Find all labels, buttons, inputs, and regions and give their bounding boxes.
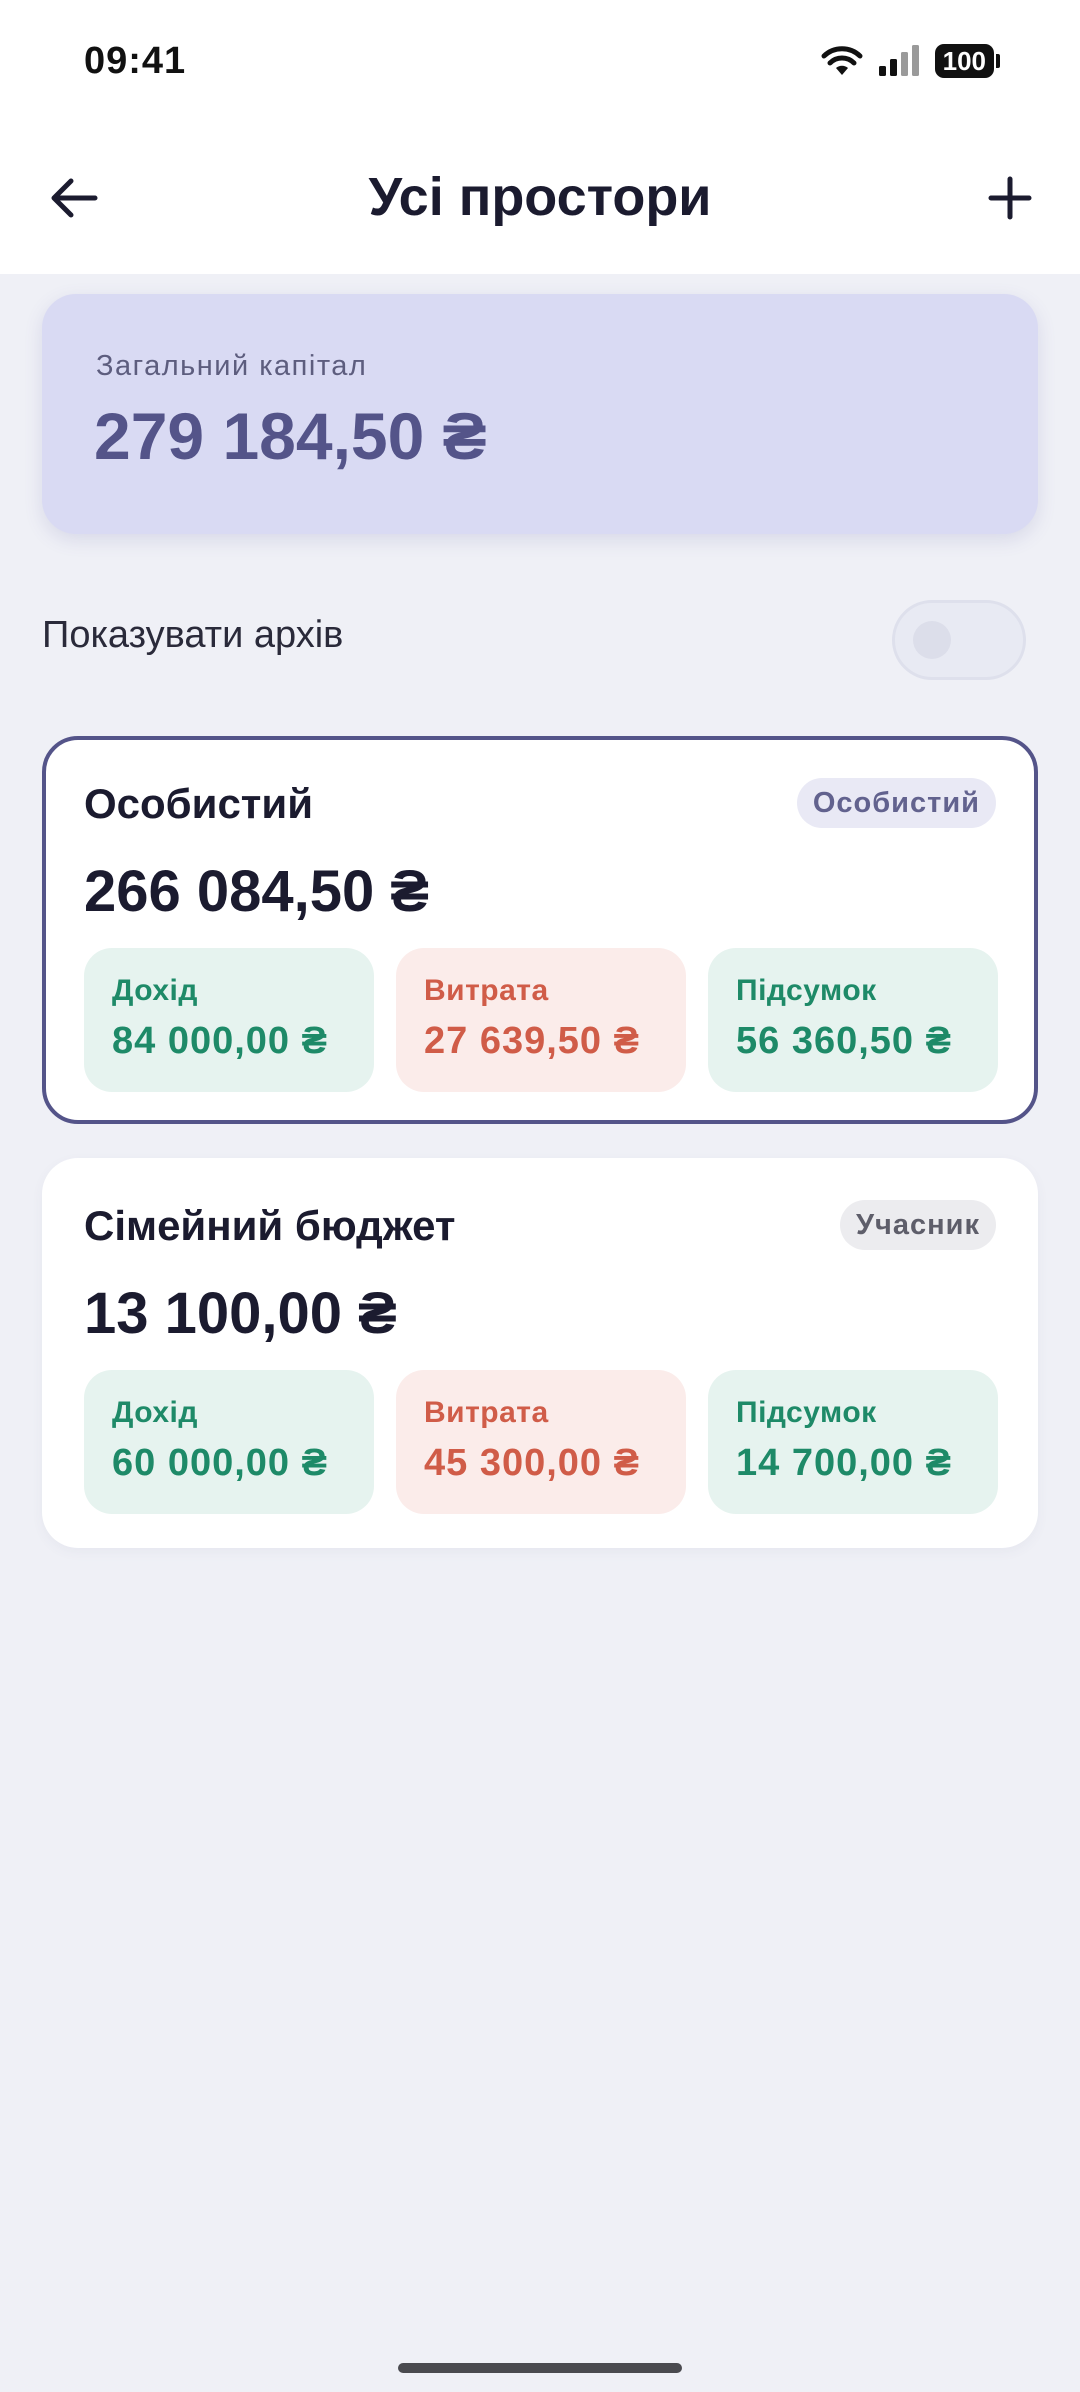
space-stats: Дохід 60 000,00 ₴ Витрата 45 300,00 ₴ Пі… [84, 1370, 998, 1514]
role-badge: Особистий [796, 778, 996, 828]
income-value: 60 000,00 ₴ [112, 1442, 328, 1484]
expense-label: Витрата [424, 974, 549, 1007]
expense-value: 45 300,00 ₴ [424, 1442, 640, 1484]
summary-label: Підсумок [736, 974, 877, 1007]
space-card-family-budget[interactable]: Сімейний бюджет Учасник 13 100,00 ₴ Дохі… [42, 1158, 1038, 1548]
signal-icon [878, 45, 919, 76]
space-name: Особистий [84, 780, 314, 827]
total-capital-card: Загальний капітал 279 184,50 ₴ [42, 294, 1038, 534]
show-archive-label: Показувати архів [42, 614, 344, 656]
status-time: 09:41 [84, 40, 187, 82]
income-stat: Дохід 84 000,00 ₴ [84, 948, 374, 1092]
expense-stat: Витрата 27 639,50 ₴ [396, 948, 686, 1092]
screen: 09:41 100 Усі простори Загальний капітал… [0, 0, 1080, 2392]
top-bar: 09:41 100 Усі простори [0, 0, 1080, 274]
status-icons: 100 [821, 44, 1000, 78]
wifi-icon [821, 46, 863, 75]
add-space-button[interactable] [980, 168, 1040, 228]
role-badge: Учасник [840, 1200, 996, 1250]
page-title: Усі простори [368, 167, 712, 227]
expense-label: Витрата [424, 1396, 549, 1429]
show-archive-toggle[interactable] [892, 600, 1026, 680]
total-capital-label: Загальний капітал [96, 350, 368, 382]
toggle-knob [913, 621, 951, 659]
space-card-personal[interactable]: Особистий Особистий 266 084,50 ₴ Дохід 8… [42, 736, 1038, 1124]
space-name: Сімейний бюджет [84, 1202, 456, 1249]
summary-stat: Підсумок 56 360,50 ₴ [708, 948, 998, 1092]
income-stat: Дохід 60 000,00 ₴ [84, 1370, 374, 1514]
battery-icon: 100 [934, 44, 1000, 78]
plus-icon [988, 176, 1032, 220]
income-value: 84 000,00 ₴ [112, 1020, 328, 1062]
summary-value: 56 360,50 ₴ [736, 1020, 952, 1062]
battery-level: 100 [934, 44, 994, 78]
space-stats: Дохід 84 000,00 ₴ Витрата 27 639,50 ₴ Пі… [84, 948, 998, 1092]
expense-stat: Витрата 45 300,00 ₴ [396, 1370, 686, 1514]
summary-label: Підсумок [736, 1396, 877, 1429]
total-capital-value: 279 184,50 ₴ [94, 399, 487, 473]
space-total: 13 100,00 ₴ [84, 1281, 397, 1346]
summary-value: 14 700,00 ₴ [736, 1442, 952, 1484]
income-label: Дохід [112, 974, 198, 1007]
expense-value: 27 639,50 ₴ [424, 1020, 640, 1062]
space-total: 266 084,50 ₴ [84, 859, 430, 924]
summary-stat: Підсумок 14 700,00 ₴ [708, 1370, 998, 1514]
income-label: Дохід [112, 1396, 198, 1429]
home-indicator[interactable] [398, 2363, 682, 2373]
